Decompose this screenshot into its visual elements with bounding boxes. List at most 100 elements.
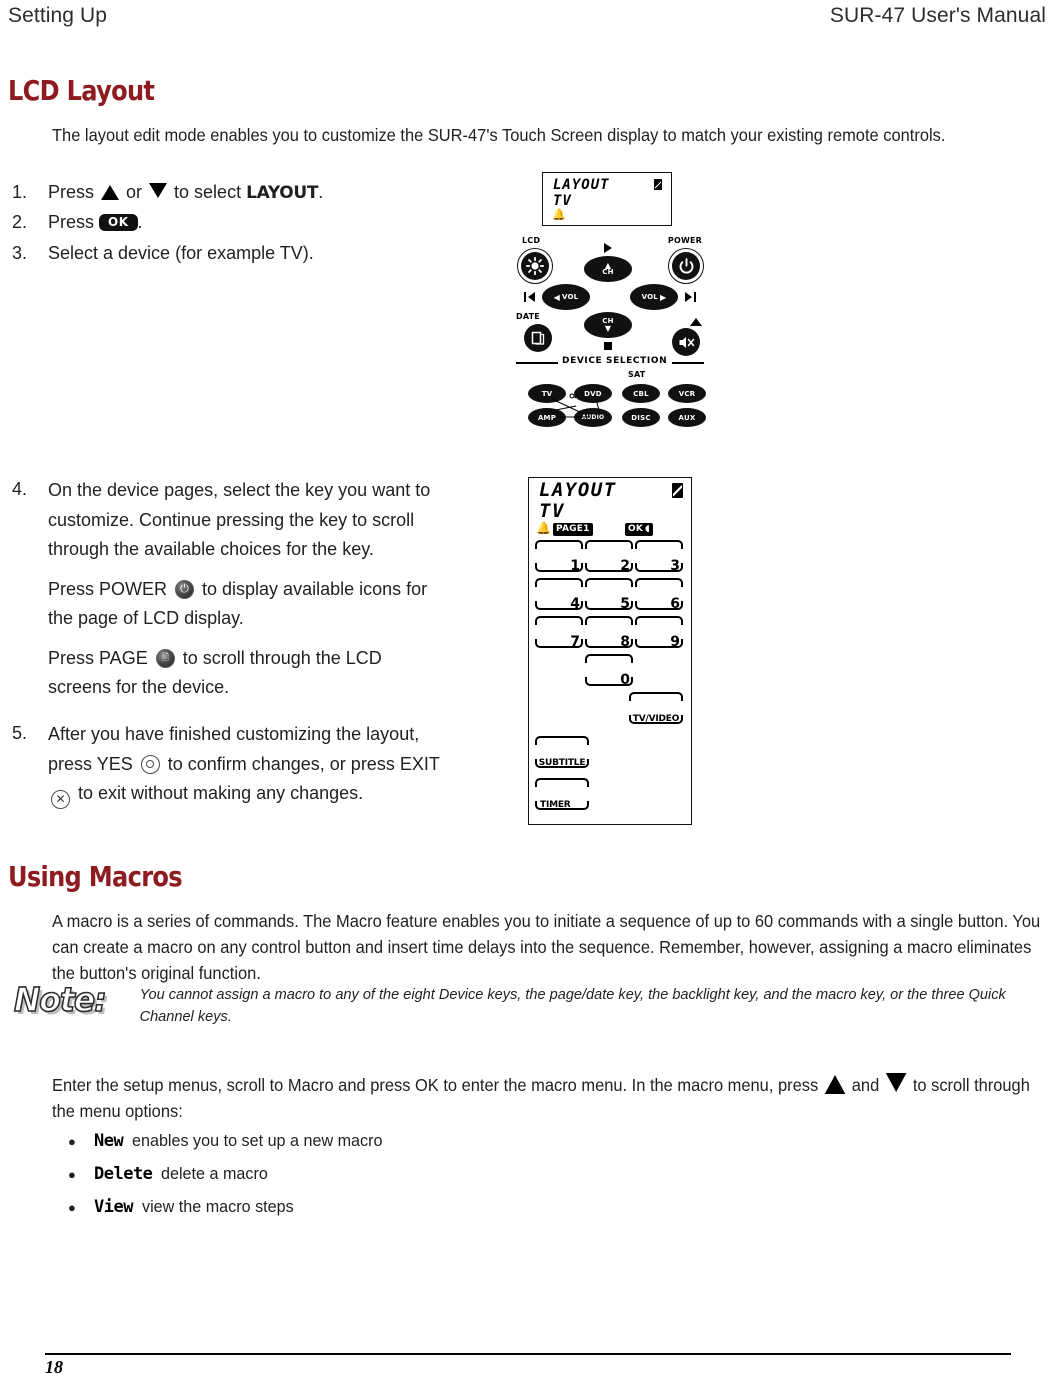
triangle-up-icon: [824, 1075, 846, 1094]
exit-button-icon: ✕: [51, 790, 70, 809]
note-label: Note:: [13, 979, 107, 1020]
lcd-key-6[interactable]: 6: [635, 578, 683, 612]
lcd-key-3[interactable]: 3: [635, 540, 683, 574]
device-button-audio[interactable]: AUDIO: [574, 408, 612, 427]
step-5-post: to exit without making any changes.: [73, 783, 364, 803]
macro-option-name: Delete: [94, 1164, 153, 1184]
device-button-disc[interactable]: DISC: [622, 408, 660, 427]
triangle-down-icon: [149, 183, 168, 198]
lcd-key-timer[interactable]: TIMER: [535, 778, 589, 810]
date-page-button[interactable]: [524, 324, 552, 352]
lcd-key-0-label: 0: [620, 672, 630, 688]
macro-menu-mid: and: [847, 1075, 884, 1095]
lcd-key-7[interactable]: 7: [535, 616, 583, 649]
prev-track-icon: [528, 292, 535, 302]
lcd-key-0[interactable]: 0: [585, 654, 633, 688]
page-number: 18: [45, 1357, 63, 1377]
lcd-key-subtitle[interactable]: SUBTITLE: [535, 736, 589, 768]
ok-key-glyph: OK: [99, 214, 138, 231]
lcd-key-1[interactable]: 1: [535, 540, 583, 574]
note-callout: Note: You cannot assign a macro to any o…: [13, 978, 1034, 1028]
power-button-icon: ⏻: [175, 579, 195, 599]
step-1-post: to select: [169, 182, 247, 202]
device-button-vcr[interactable]: VCR: [668, 384, 706, 403]
channel-up-label: CH: [602, 268, 614, 276]
macro-option-name: View: [94, 1197, 133, 1217]
battery-icon: [672, 483, 683, 498]
volume-up-button[interactable]: VOL ▶: [630, 284, 678, 310]
battery-icon: [654, 179, 662, 190]
lcd-key-subtitle-label: SUBTITLE: [538, 758, 586, 768]
lcd-key-1-label: 1: [570, 558, 580, 574]
device-button-cbl[interactable]: CBL: [622, 384, 660, 403]
step-1: 1. Press or to select LAYOUT.: [12, 179, 492, 207]
remote-label-device-selection: DEVICE SELECTION: [562, 356, 668, 366]
step-2-text: Press OK.: [48, 209, 143, 236]
macro-option-name: New: [94, 1131, 124, 1151]
macro-menu-pre: Enter the setup menus, scroll to Macro a…: [52, 1075, 823, 1095]
step-1-pre: Press: [48, 182, 100, 202]
device-button-aux[interactable]: AUX: [668, 408, 706, 427]
step-5-text: After you have finished customizing the …: [48, 720, 442, 809]
header-section-title: Setting Up: [8, 4, 108, 27]
lcd-key-9[interactable]: 9: [635, 616, 683, 650]
page-tag[interactable]: PAGE1: [553, 523, 593, 536]
page-button-icon: 🗎: [155, 648, 175, 668]
lcd-backlight-button[interactable]: [521, 252, 549, 280]
list-item: ● New enables you to set up a new macro: [68, 1125, 768, 1158]
list-item: ● Delete delete a macro: [68, 1158, 768, 1191]
next-track-icon: [685, 292, 692, 302]
lcd-key-8[interactable]: 8: [585, 616, 633, 650]
mute-button[interactable]: [672, 328, 700, 356]
power-button[interactable]: [672, 252, 700, 280]
remote-label-power: POWER: [667, 236, 702, 245]
bullet-icon: ●: [68, 1167, 76, 1182]
page-header: Setting Up SUR-47 User's Manual: [8, 4, 1046, 34]
remote-label-sat: SAT: [628, 370, 646, 379]
device-button-amp[interactable]: AMP: [528, 408, 566, 427]
page-title-lcd-layout: LCD Layout: [8, 74, 155, 107]
lcd-key-8-label: 8: [620, 634, 630, 650]
lcd-key-2-label: 2: [620, 558, 630, 574]
lcd-key-2[interactable]: 2: [585, 540, 633, 574]
lcd-key-4[interactable]: 4: [535, 578, 583, 612]
device-button-dvd[interactable]: DVD: [574, 384, 612, 403]
step-4-number: 4.: [12, 479, 28, 499]
device-selection-rule-right: [672, 362, 704, 364]
page-title-using-macros: Using Macros: [8, 860, 183, 893]
step-2: 2. Press OK.: [12, 209, 492, 236]
note-text: You cannot assign a macro to any of the …: [139, 986, 1006, 1025]
lcd-key-4-label: 4: [570, 596, 580, 612]
lcd-key-5-label: 5: [620, 596, 630, 612]
lcd-key-5[interactable]: 5: [585, 578, 633, 612]
step-3: 3. Select a device (for example TV).: [12, 240, 492, 267]
lcd-key-tv-video-label: TV/VIDEO: [632, 714, 680, 724]
device-button-tv[interactable]: TV: [528, 384, 566, 403]
ok-tag-label: OK: [628, 524, 644, 534]
macro-option-desc: enables you to set up a new macro: [132, 1131, 383, 1150]
lcd-key-timer-label: TIMER: [540, 800, 571, 810]
channel-up-button[interactable]: ▲ CH: [584, 256, 632, 282]
lcd-panel-title: LAYOUT: [539, 479, 617, 501]
lcd-key-tv-video[interactable]: TV/VIDEO: [629, 692, 683, 724]
macro-menu-intro-paragraph: Enter the setup menus, scroll to Macro a…: [52, 1072, 1048, 1124]
lcd-key-9-label: 9: [670, 634, 680, 650]
lcd-key-6-label: 6: [670, 596, 680, 612]
ok-tag[interactable]: OK ◖: [625, 523, 653, 536]
prev-track-bar: [524, 292, 526, 302]
step-3-number: 3.: [12, 243, 28, 263]
signal-icon: ◖: [645, 524, 650, 534]
list-item: ● View view the macro steps: [68, 1191, 768, 1224]
step-1-layout-label: LAYOUT: [246, 183, 319, 203]
remote-label-lcd: LCD: [522, 236, 541, 245]
yes-button-icon: [140, 754, 160, 774]
step-5: 5. After you have finished customizing t…: [12, 720, 442, 809]
figure-remote-control-keypad: LCD POWER ▲ CH ◀ VOL VOL ▶ CH ▼ DATE DEV…: [512, 236, 708, 428]
channel-down-button[interactable]: CH ▼: [584, 312, 632, 338]
volume-down-button[interactable]: ◀ VOL: [542, 284, 590, 310]
lcd-key-3-label: 3: [670, 558, 680, 574]
step-4-paragraph-2: Press POWER ⏻ to display available icons…: [48, 575, 442, 634]
remote-label-date: DATE: [516, 312, 540, 321]
lcd-small-subtitle: TV: [553, 193, 572, 209]
step-5-mid: to confirm changes, or press EXIT: [162, 753, 440, 774]
